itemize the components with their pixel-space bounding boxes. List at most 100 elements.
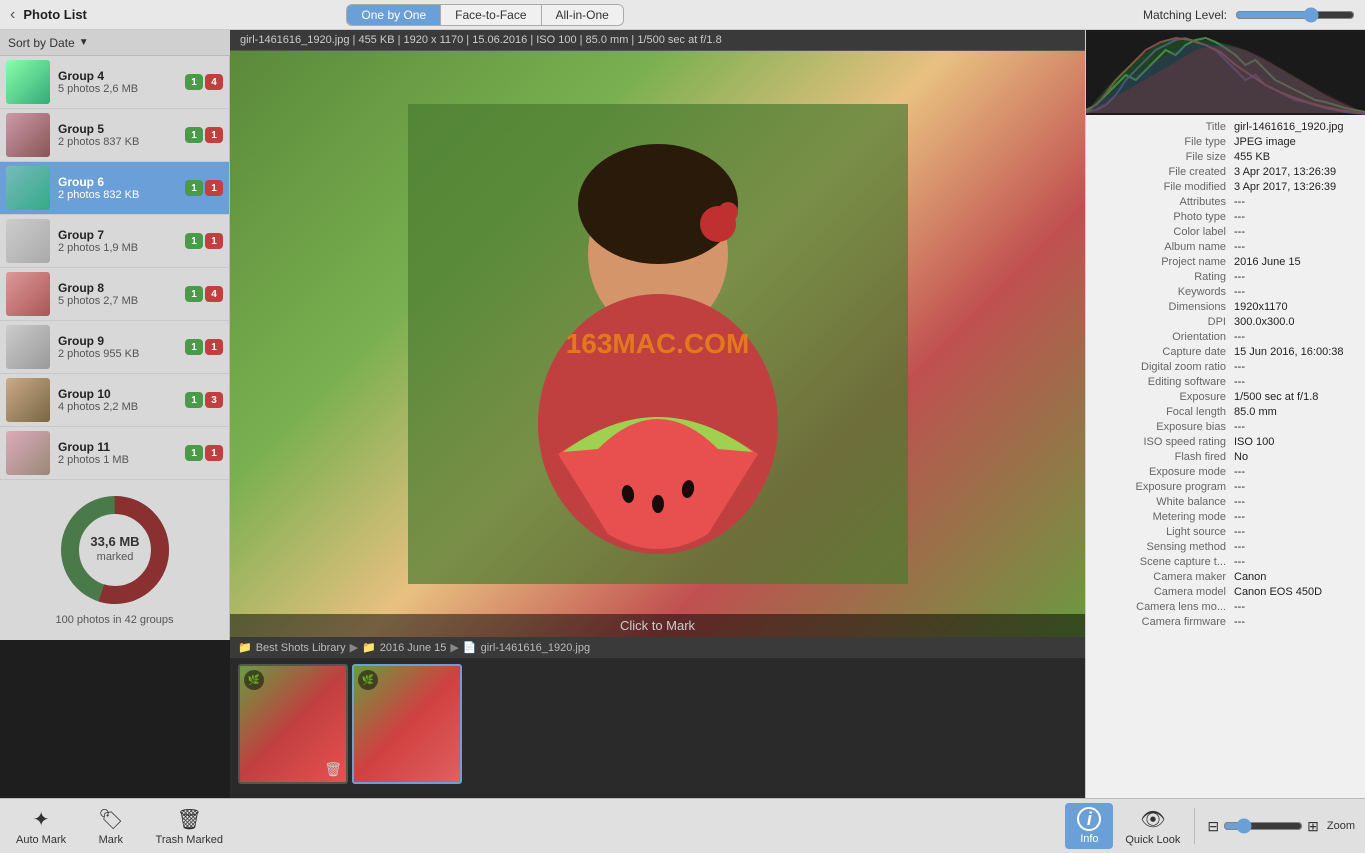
segment-one-by-one[interactable]: One by One [347, 5, 441, 25]
filmstrip-thumb-2[interactable]: 🌿 [352, 664, 462, 784]
sidebar: Group 45 photos 2,6 MB14Group 52 photos … [0, 56, 230, 640]
info-label-album-name: Album name [1094, 241, 1234, 253]
mark-button[interactable]: 🏷 Mark [82, 803, 139, 850]
sort-bar[interactable]: Sort by Date ▼ [0, 30, 230, 56]
group-name-g10: Group 10 [58, 387, 185, 401]
info-value-project-name: 2016 June 15 [1234, 256, 1301, 268]
sidebar-item-g6[interactable]: Group 62 photos 832 KB11 [0, 162, 229, 215]
trash-marked-label: Trash Marked [156, 834, 223, 846]
info-value-exposure-mode: --- [1234, 466, 1245, 478]
donut-chart: 33,6 MB marked [55, 490, 175, 610]
trash-marked-icon: 🗑 [177, 807, 202, 832]
bottom-toolbar: ✦ Auto Mark 🏷 Mark 🗑 Trash Marked i Info… [0, 798, 1365, 853]
info-row-dimensions: Dimensions1920x1170 [1086, 299, 1365, 314]
info-row-attributes: Attributes--- [1086, 194, 1365, 209]
badge2-g5: 1 [205, 127, 223, 143]
info-label-cam-maker: Camera maker [1094, 571, 1234, 583]
info-value-cam-maker: Canon [1234, 571, 1266, 583]
sidebar-item-g5[interactable]: Group 52 photos 837 KB11 [0, 109, 229, 162]
trash-marked-button[interactable]: 🗑 Trash Marked [140, 803, 239, 850]
badge1-g5: 1 [185, 127, 203, 143]
group-info-g7: Group 72 photos 1,9 MB [58, 228, 185, 254]
segment-face-to-face[interactable]: Face-to-Face [441, 5, 541, 25]
back-arrow[interactable]: ‹ [10, 6, 15, 24]
zoom-icon-plus: ⊞ [1307, 818, 1319, 835]
breadcrumb-file[interactable]: girl-1461616_1920.jpg [481, 642, 590, 654]
badge1-g7: 1 [185, 233, 203, 249]
sidebar-item-g10[interactable]: Group 104 photos 2,2 MB13 [0, 374, 229, 427]
sidebar-item-g11[interactable]: Group 112 photos 1 MB11 [0, 427, 229, 480]
info-label-exposure-prog: Exposure program [1094, 481, 1234, 493]
info-row-exposure: Exposure1/500 sec at f/1.8 [1086, 389, 1365, 404]
zoom-slider[interactable] [1223, 818, 1303, 834]
matching-slider[interactable] [1235, 7, 1355, 23]
group-badges-g10: 13 [185, 392, 223, 408]
info-row-rating: Rating--- [1086, 269, 1365, 284]
group-name-g11: Group 11 [58, 440, 185, 454]
info-value-dpi: 300.0x300.0 [1234, 316, 1295, 328]
info-label-rating: Rating [1094, 271, 1234, 283]
info-label-orientation: Orientation [1094, 331, 1234, 343]
photo-view[interactable]: 163MAC.COM Click to Mark [230, 51, 1085, 637]
breadcrumb-bar: 📁 Best Shots Library ▶ 📁 2016 June 15 ▶ … [230, 637, 1085, 658]
info-label-dpi: DPI [1094, 316, 1234, 328]
group-name-g8: Group 8 [58, 281, 185, 295]
group-name-g5: Group 5 [58, 122, 185, 136]
auto-mark-label: Auto Mark [16, 834, 66, 846]
photo-meta: girl-1461616_1920.jpg | 455 KB | 1920 x … [230, 30, 1085, 51]
sidebar-item-g8[interactable]: Group 85 photos 2,7 MB14 [0, 268, 229, 321]
info-label-sensing: Sensing method [1094, 541, 1234, 553]
group-sub-g4: 5 photos 2,6 MB [58, 83, 185, 95]
info-label-cam-firmware: Camera firmware [1094, 616, 1234, 628]
badge1-g8: 1 [185, 286, 203, 302]
sidebar-item-g4[interactable]: Group 45 photos 2,6 MB14 [0, 56, 229, 109]
matching-level-area: Matching Level: [1143, 7, 1355, 23]
info-value-exposure: 1/500 sec at f/1.8 [1234, 391, 1318, 403]
group-thumb-g9 [6, 325, 50, 369]
filmstrip-thumb-1[interactable]: 🌿 🗑 [238, 664, 348, 784]
info-label-iso: ISO speed rating [1094, 436, 1234, 448]
segment-all-in-one[interactable]: All-in-One [542, 5, 623, 25]
info-label-attributes: Attributes [1094, 196, 1234, 208]
info-row-title: Titlegirl-1461616_1920.jpg [1086, 119, 1365, 134]
info-value-scene: --- [1234, 556, 1245, 568]
group-thumb-g6 [6, 166, 50, 210]
info-button[interactable]: i Info [1065, 803, 1113, 849]
zoom-icon-minus: ⊟ [1207, 818, 1219, 835]
info-label-keywords: Keywords [1094, 286, 1234, 298]
breadcrumb-folder[interactable]: 2016 June 15 [380, 642, 447, 654]
info-row-sensing: Sensing method--- [1086, 539, 1365, 554]
info-value-cam-lens: --- [1234, 601, 1245, 613]
badge2-g11: 1 [205, 445, 223, 461]
film-badge-2: 🌿 [358, 670, 378, 690]
info-label-capture-date: Capture date [1094, 346, 1234, 358]
film-badge-1: 🌿 [244, 670, 264, 690]
right-panel: Titlegirl-1461616_1920.jpgFile typeJPEG … [1085, 30, 1365, 798]
group-sub-g6: 2 photos 832 KB [58, 189, 185, 201]
info-label-dimensions: Dimensions [1094, 301, 1234, 313]
group-badges-g7: 11 [185, 233, 223, 249]
click-to-mark-label[interactable]: Click to Mark [230, 614, 1085, 637]
quick-look-button[interactable]: 👁 Quick Look [1113, 803, 1192, 850]
info-row-white-balance: White balance--- [1086, 494, 1365, 509]
info-label-file-type: File type [1094, 136, 1234, 148]
info-value-photo-type: --- [1234, 211, 1245, 223]
info-label-file-modified: File modified [1094, 181, 1234, 193]
badge2-g8: 4 [205, 286, 223, 302]
info-label-scene: Scene capture t... [1094, 556, 1234, 568]
info-value-orientation: --- [1234, 331, 1245, 343]
sidebar-item-g9[interactable]: Group 92 photos 955 KB11 [0, 321, 229, 374]
info-row-iso: ISO speed ratingISO 100 [1086, 434, 1365, 449]
info-icon: i [1077, 807, 1101, 831]
breadcrumb-library[interactable]: Best Shots Library [256, 642, 346, 654]
toolbar-right: i Info 👁 Quick Look ⊟ ⊞ Zoom [1065, 803, 1365, 850]
info-row-exposure-bias: Exposure bias--- [1086, 419, 1365, 434]
mark-icon: 🏷 [98, 807, 123, 832]
sidebar-item-g7[interactable]: Group 72 photos 1,9 MB11 [0, 215, 229, 268]
info-row-orientation: Orientation--- [1086, 329, 1365, 344]
auto-mark-button[interactable]: ✦ Auto Mark [0, 803, 82, 850]
group-thumb-g7 [6, 219, 50, 263]
trash-icon-1: 🗑 [324, 761, 342, 778]
view-mode-selector: One by One Face-to-Face All-in-One [346, 4, 623, 26]
group-info-g10: Group 104 photos 2,2 MB [58, 387, 185, 413]
